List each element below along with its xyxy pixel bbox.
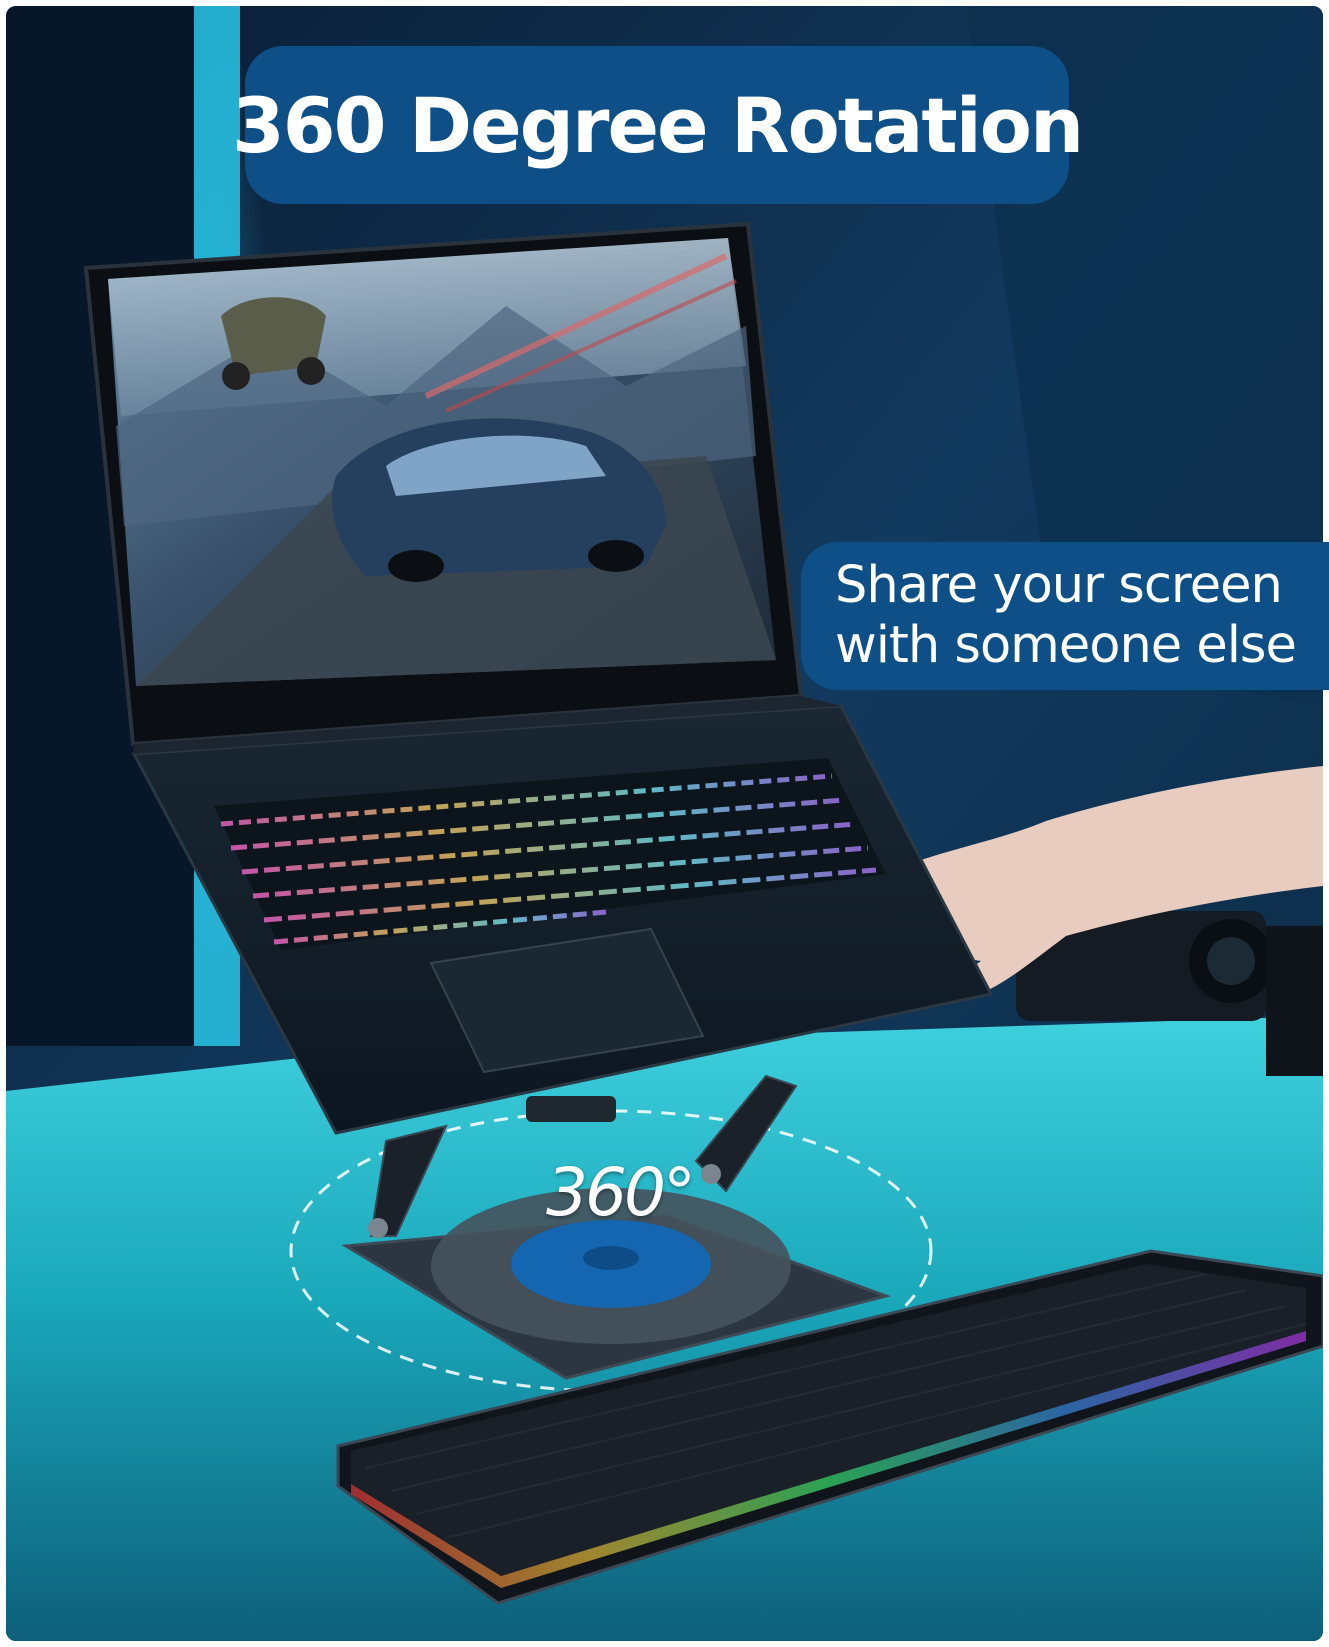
callout-line-2: with someone else bbox=[835, 616, 1297, 675]
rotation-degree-label: 360° bbox=[546, 1154, 696, 1231]
callout-box: Share your screen with someone else bbox=[801, 542, 1329, 690]
callout-line-1: Share your screen bbox=[835, 556, 1283, 615]
scene-illustration bbox=[6, 6, 1323, 1641]
headline-banner: 360 Degree Rotation bbox=[232, 46, 1084, 204]
product-photo: 360° bbox=[6, 6, 1323, 1641]
